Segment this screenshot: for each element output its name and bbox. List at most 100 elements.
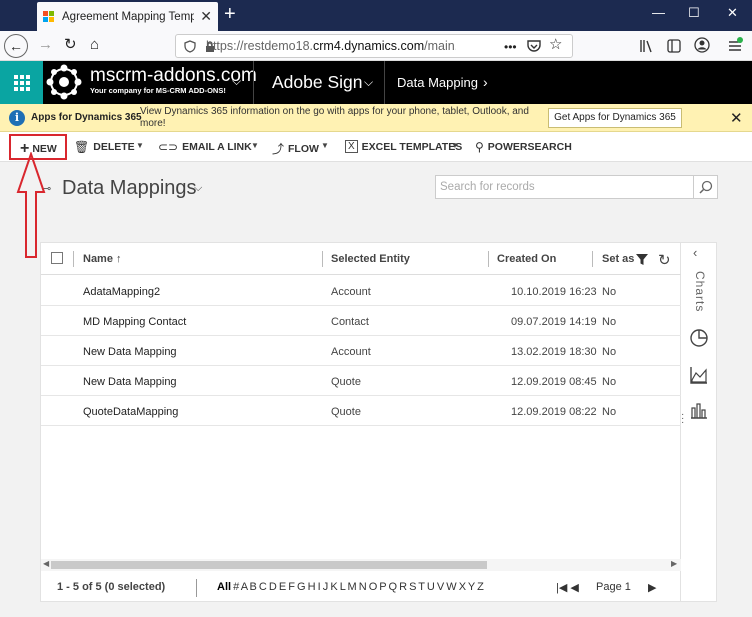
url-text: https://restdemo18.crm4.dynamics.com/mai… [206, 39, 456, 53]
header-divider [384, 61, 385, 104]
excel-dropdown-icon[interactable]: ▼ [451, 141, 459, 150]
app-launcher-icon[interactable] [0, 61, 43, 104]
close-icon[interactable]: ✕ [730, 109, 743, 127]
charts-label[interactable]: Charts [693, 271, 707, 312]
filter-icon[interactable] [635, 253, 649, 266]
entity-nav[interactable]: Data Mapping [397, 75, 478, 90]
table-row[interactable]: New Data Mapping Account 13.02.2019 18:3… [41, 336, 682, 366]
column-header-entity[interactable]: Selected Entity [331, 253, 410, 265]
select-all-checkbox[interactable] [51, 252, 63, 264]
pocket-icon[interactable] [527, 39, 541, 53]
records-grid: Name ↑ Selected Entity Created On Set as… [40, 242, 682, 603]
bookmark-star-icon[interactable]: ☆ [549, 36, 562, 54]
notification-message: View Dynamics 365 information on the go … [140, 106, 529, 129]
view-chevron-down-icon[interactable]: ⌵ [194, 182, 202, 195]
column-header-name[interactable]: Name ↑ [83, 253, 122, 265]
menu-icon[interactable] [726, 37, 744, 53]
column-divider [592, 251, 593, 267]
flow-dropdown-icon[interactable]: ▼ [321, 141, 329, 150]
column-divider [488, 251, 489, 267]
tab-title: Agreement Mapping Template [62, 10, 194, 23]
alphabet-filter[interactable]: All # A B C D E F G H I J K L M N O P Q … [217, 581, 484, 593]
record-count-status: 1 - 5 of 5 (0 selected) [57, 581, 166, 593]
column-divider [322, 251, 323, 267]
table-row[interactable]: New Data Mapping Quote 12.09.2019 08:45 … [41, 366, 682, 396]
scroll-right-icon[interactable]: ▶ [671, 559, 677, 568]
sidebar-icon[interactable] [667, 39, 681, 53]
email-link-button[interactable]: ⊂⊃ EMAIL A LINK [158, 140, 252, 154]
refresh-icon[interactable]: ↻ [658, 251, 671, 269]
notification-bar: i Apps for Dynamics 365 View Dynamics 36… [0, 104, 752, 132]
scroll-left-icon[interactable]: ◀ [43, 559, 49, 568]
search-icon [698, 180, 712, 194]
charts-pane: ‹ Charts · · · [681, 242, 717, 602]
email-link-dropdown-icon[interactable]: ▼ [251, 141, 259, 150]
lock-icon [206, 41, 214, 52]
maximize-icon[interactable]: ☐ [688, 5, 700, 21]
chevron-down-icon[interactable]: ⌵ [232, 74, 241, 89]
horizontal-scrollbar[interactable]: ◀ ▶ [41, 559, 682, 571]
excel-templates-button[interactable]: X EXCEL TEMPLATES [345, 140, 462, 153]
link-icon: ⊂⊃ [158, 140, 179, 154]
microsoft-logo-icon [43, 10, 55, 23]
info-icon: i [9, 110, 25, 126]
first-page-icon[interactable]: |◀ ◀ [556, 581, 579, 594]
minimize-icon[interactable]: — [652, 5, 665, 20]
search-button[interactable] [693, 176, 717, 198]
grid-header: Name ↑ Selected Entity Created On Set as… [41, 243, 682, 275]
window-close-icon[interactable]: ✕ [727, 5, 738, 21]
app-name[interactable]: Adobe Sign [272, 72, 363, 93]
grid-footer: 1 - 5 of 5 (0 selected) All # A B C D E … [41, 573, 682, 603]
shield-icon [184, 40, 196, 53]
brand-tagline: Your company for MS-CRM ADD-ONS! [90, 86, 226, 95]
delete-button[interactable]: 🗑 DELETE [74, 140, 135, 154]
app-chevron-down-icon[interactable]: ⌵ [364, 75, 373, 90]
library-icon[interactable] [640, 39, 655, 53]
reload-icon[interactable]: ↻ [64, 36, 77, 54]
footer-divider [196, 579, 197, 597]
red-arrow-annotation [16, 152, 46, 258]
table-row[interactable]: AdataMapping2 Account 10.10.2019 16:23 N… [41, 276, 682, 306]
tab-close-icon[interactable]: ✕ [200, 8, 212, 25]
header-divider [253, 61, 254, 104]
powersearch-button[interactable]: ⚲ POWERSEARCH [475, 140, 572, 154]
mscrm-addons-logo [46, 64, 82, 100]
page-number: Page 1 [596, 581, 631, 593]
powersearch-icon: ⚲ [475, 140, 484, 154]
next-page-icon[interactable]: ▶ [648, 581, 656, 594]
forward-icon[interactable]: → [38, 36, 53, 54]
table-row[interactable]: QuoteDataMapping Quote 12.09.2019 08:22 … [41, 396, 682, 426]
column-header-setas[interactable]: Set as [602, 253, 634, 265]
excel-icon: X [345, 140, 358, 153]
page-actions-icon[interactable]: ••• [504, 38, 517, 56]
notification-title: Apps for Dynamics 365 [31, 112, 142, 123]
search-input[interactable]: Search for records [435, 175, 718, 199]
home-icon[interactable]: ⌂ [90, 36, 99, 54]
search-placeholder: Search for records [440, 181, 535, 193]
back-icon[interactable]: ← [4, 34, 28, 58]
trash-icon: 🗑 [74, 140, 90, 154]
browser-tab-bar: Agreement Mapping Template ✕ + — ☐ ✕ [0, 0, 752, 31]
pie-chart-icon[interactable] [689, 328, 709, 348]
flow-icon: ⤴ [272, 142, 285, 156]
table-row[interactable]: MD Mapping Contact Contact 09.07.2019 14… [41, 306, 682, 336]
workspace: ⊸ Data Mappings ⌵ Search for records Nam… [0, 162, 752, 617]
area-chart-icon[interactable] [689, 365, 709, 385]
browser-tab[interactable]: Agreement Mapping Template ✕ [37, 2, 218, 31]
browser-toolbar: ← → ↻ ⌂ https://restdemo18.crm4.dynamics… [0, 31, 752, 61]
get-apps-button[interactable]: Get Apps for Dynamics 365 [548, 108, 682, 128]
flow-button[interactable]: ⤴ FLOW [272, 140, 319, 157]
command-bar: + NEW 🗑 DELETE ▼ ⊂⊃ EMAIL A LINK ▼ ⤴ FLO… [0, 132, 752, 162]
column-header-created[interactable]: Created On [497, 253, 556, 265]
column-divider [73, 251, 74, 267]
account-icon[interactable] [694, 37, 710, 53]
scrollbar-thumb[interactable] [51, 561, 487, 569]
chevron-left-icon[interactable]: ‹ [693, 245, 697, 260]
new-tab-icon[interactable]: + [224, 4, 236, 24]
crm-header: mscrm-addons.com Your company for MS-CRM… [0, 61, 752, 104]
chevron-right-icon[interactable]: › [483, 74, 488, 90]
resize-handle-icon[interactable]: · · · [681, 410, 684, 428]
view-title[interactable]: Data Mappings [62, 177, 197, 200]
delete-dropdown-icon[interactable]: ▼ [136, 141, 144, 150]
bar-chart-icon[interactable] [689, 400, 709, 420]
